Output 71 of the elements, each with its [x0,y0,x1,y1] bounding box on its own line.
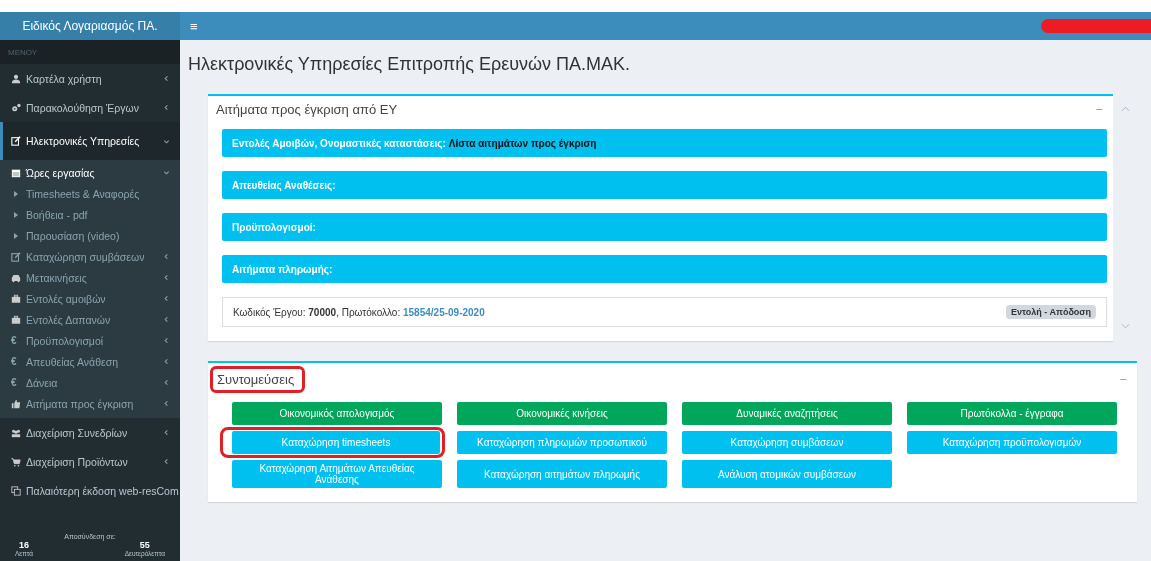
shortcut-button[interactable]: Οικονομικές κινήσεις [457,402,667,425]
brand-title[interactable]: Ειδικός Λογαριασμός ΠΑ. [0,12,180,40]
submenu-item[interactable]: Μετακινήσεις [0,267,180,288]
submenu-link[interactable]: Παρουσίαση (video) [0,225,180,246]
sidebar-item[interactable]: Διαχείριση Προϊόντων [0,447,180,476]
users-icon [11,427,21,438]
shortcut-button[interactable]: Οικονομικός απολογισμός [232,402,442,425]
chevron-icon [163,316,170,323]
menu-toggle[interactable]: ≡ [190,18,198,34]
minutes-value: 16 [18,540,29,550]
chevron-icon [163,169,170,176]
gears-icon [11,102,21,113]
collapse-button[interactable]: − [1119,372,1127,387]
car-icon [11,272,21,283]
copy-icon [11,485,21,496]
chevron-icon [163,358,170,365]
project-info: Κωδικός Έργου: 70000, Πρωτόκολλο: 15854/25-09-2020 [233,306,485,318]
calendar-icon [11,167,21,178]
category-label: Αιτήματα πληρωμής: [232,263,333,275]
panel-title: Συντομεύσεις [210,366,306,393]
menu-heading: ΜΕΝΟΥ [0,40,180,64]
shortcut-button[interactable]: Πρωτόκολλα - έγγραφα [907,402,1117,425]
submenu-link[interactable]: Timesheets & Αναφορές [0,183,180,204]
submenu-item[interactable]: Καταχώρηση συμβάσεων [0,246,180,267]
chevron-icon [163,429,170,436]
caret-icon [14,232,18,239]
edit-icon [11,136,21,146]
chevron-icon [163,379,170,386]
chevron-icon [163,253,170,260]
protocol-link[interactable]: 15854/25-09-2020 [403,306,485,318]
cart-icon [11,456,21,467]
chevron-icon [163,274,170,281]
request-list-link[interactable]: Λίστα αιτημάτων προς έγκριση [448,137,597,149]
briefcase-icon [11,314,21,325]
scroll-down-icon[interactable] [1120,323,1130,329]
caret-icon [14,211,18,218]
submenu-item[interactable]: € Προϋπολογισμοί [0,330,180,351]
scroll-up-icon[interactable] [1120,106,1130,112]
collapse-button[interactable]: − [1095,102,1103,117]
page-title: Ηλεκτρονικές Υπηρεσίες Επιτροπής Ερευνών ΠΑ.ΜΑΚ. [188,54,632,76]
user-icon [11,73,21,84]
submenu-item[interactable]: € Δάνεια [0,372,180,393]
sidebar-item[interactable]: Καρτέλα χρήστη [0,64,180,93]
chevron-icon [163,458,170,465]
category-label: Προϋπολογισμοί: [232,221,316,233]
seconds-value: 55 [139,540,150,550]
sidebar-item[interactable]: Ηλεκτρονικές Υπηρεσίες [0,122,180,160]
submenu-item[interactable]: Εντολές αμοιβών [0,288,180,309]
type-badge: Εντολή - Απόδοση [1006,305,1096,319]
edit-icon [11,251,21,262]
submenu-item[interactable]: Εντολές Δαπανών [0,309,180,330]
submenu-item[interactable]: Ώρες εργασίας [0,162,180,183]
panel-title: Αιτήματα προς έγκριση από ΕΥ [216,102,398,117]
sidebar-item[interactable]: Διαχείριση Συνεδρίων [0,418,180,447]
category-label: Απευθείας Αναθέσεις: [232,179,336,191]
chevron-icon [163,400,170,407]
caret-icon [14,190,18,197]
chevron-icon [163,104,170,111]
sidebar-item[interactable]: Παλαιότερη έκδοση web-resCom [0,476,180,505]
submenu-item[interactable]: € Απευθείας Ανάθεση [0,351,180,372]
sidebar-item[interactable]: Παρακολούθηση Έργων [0,93,180,122]
chevron-icon [163,137,170,145]
chevron-icon [163,337,170,344]
submenu-link[interactable]: Βοήθεια - pdf [0,204,180,225]
thumb-icon [11,398,21,409]
submenu-item[interactable]: Αιτήματα προς έγκριση [0,393,180,414]
chevron-icon [163,295,170,302]
chevron-icon [163,75,170,82]
category-label: Εντολές Αμοιβών, Ονομαστικές καταστάσεις: [232,137,446,149]
shortcut-button[interactable]: Δυναμικές αναζητήσεις [682,402,892,425]
briefcase-icon [11,293,21,304]
